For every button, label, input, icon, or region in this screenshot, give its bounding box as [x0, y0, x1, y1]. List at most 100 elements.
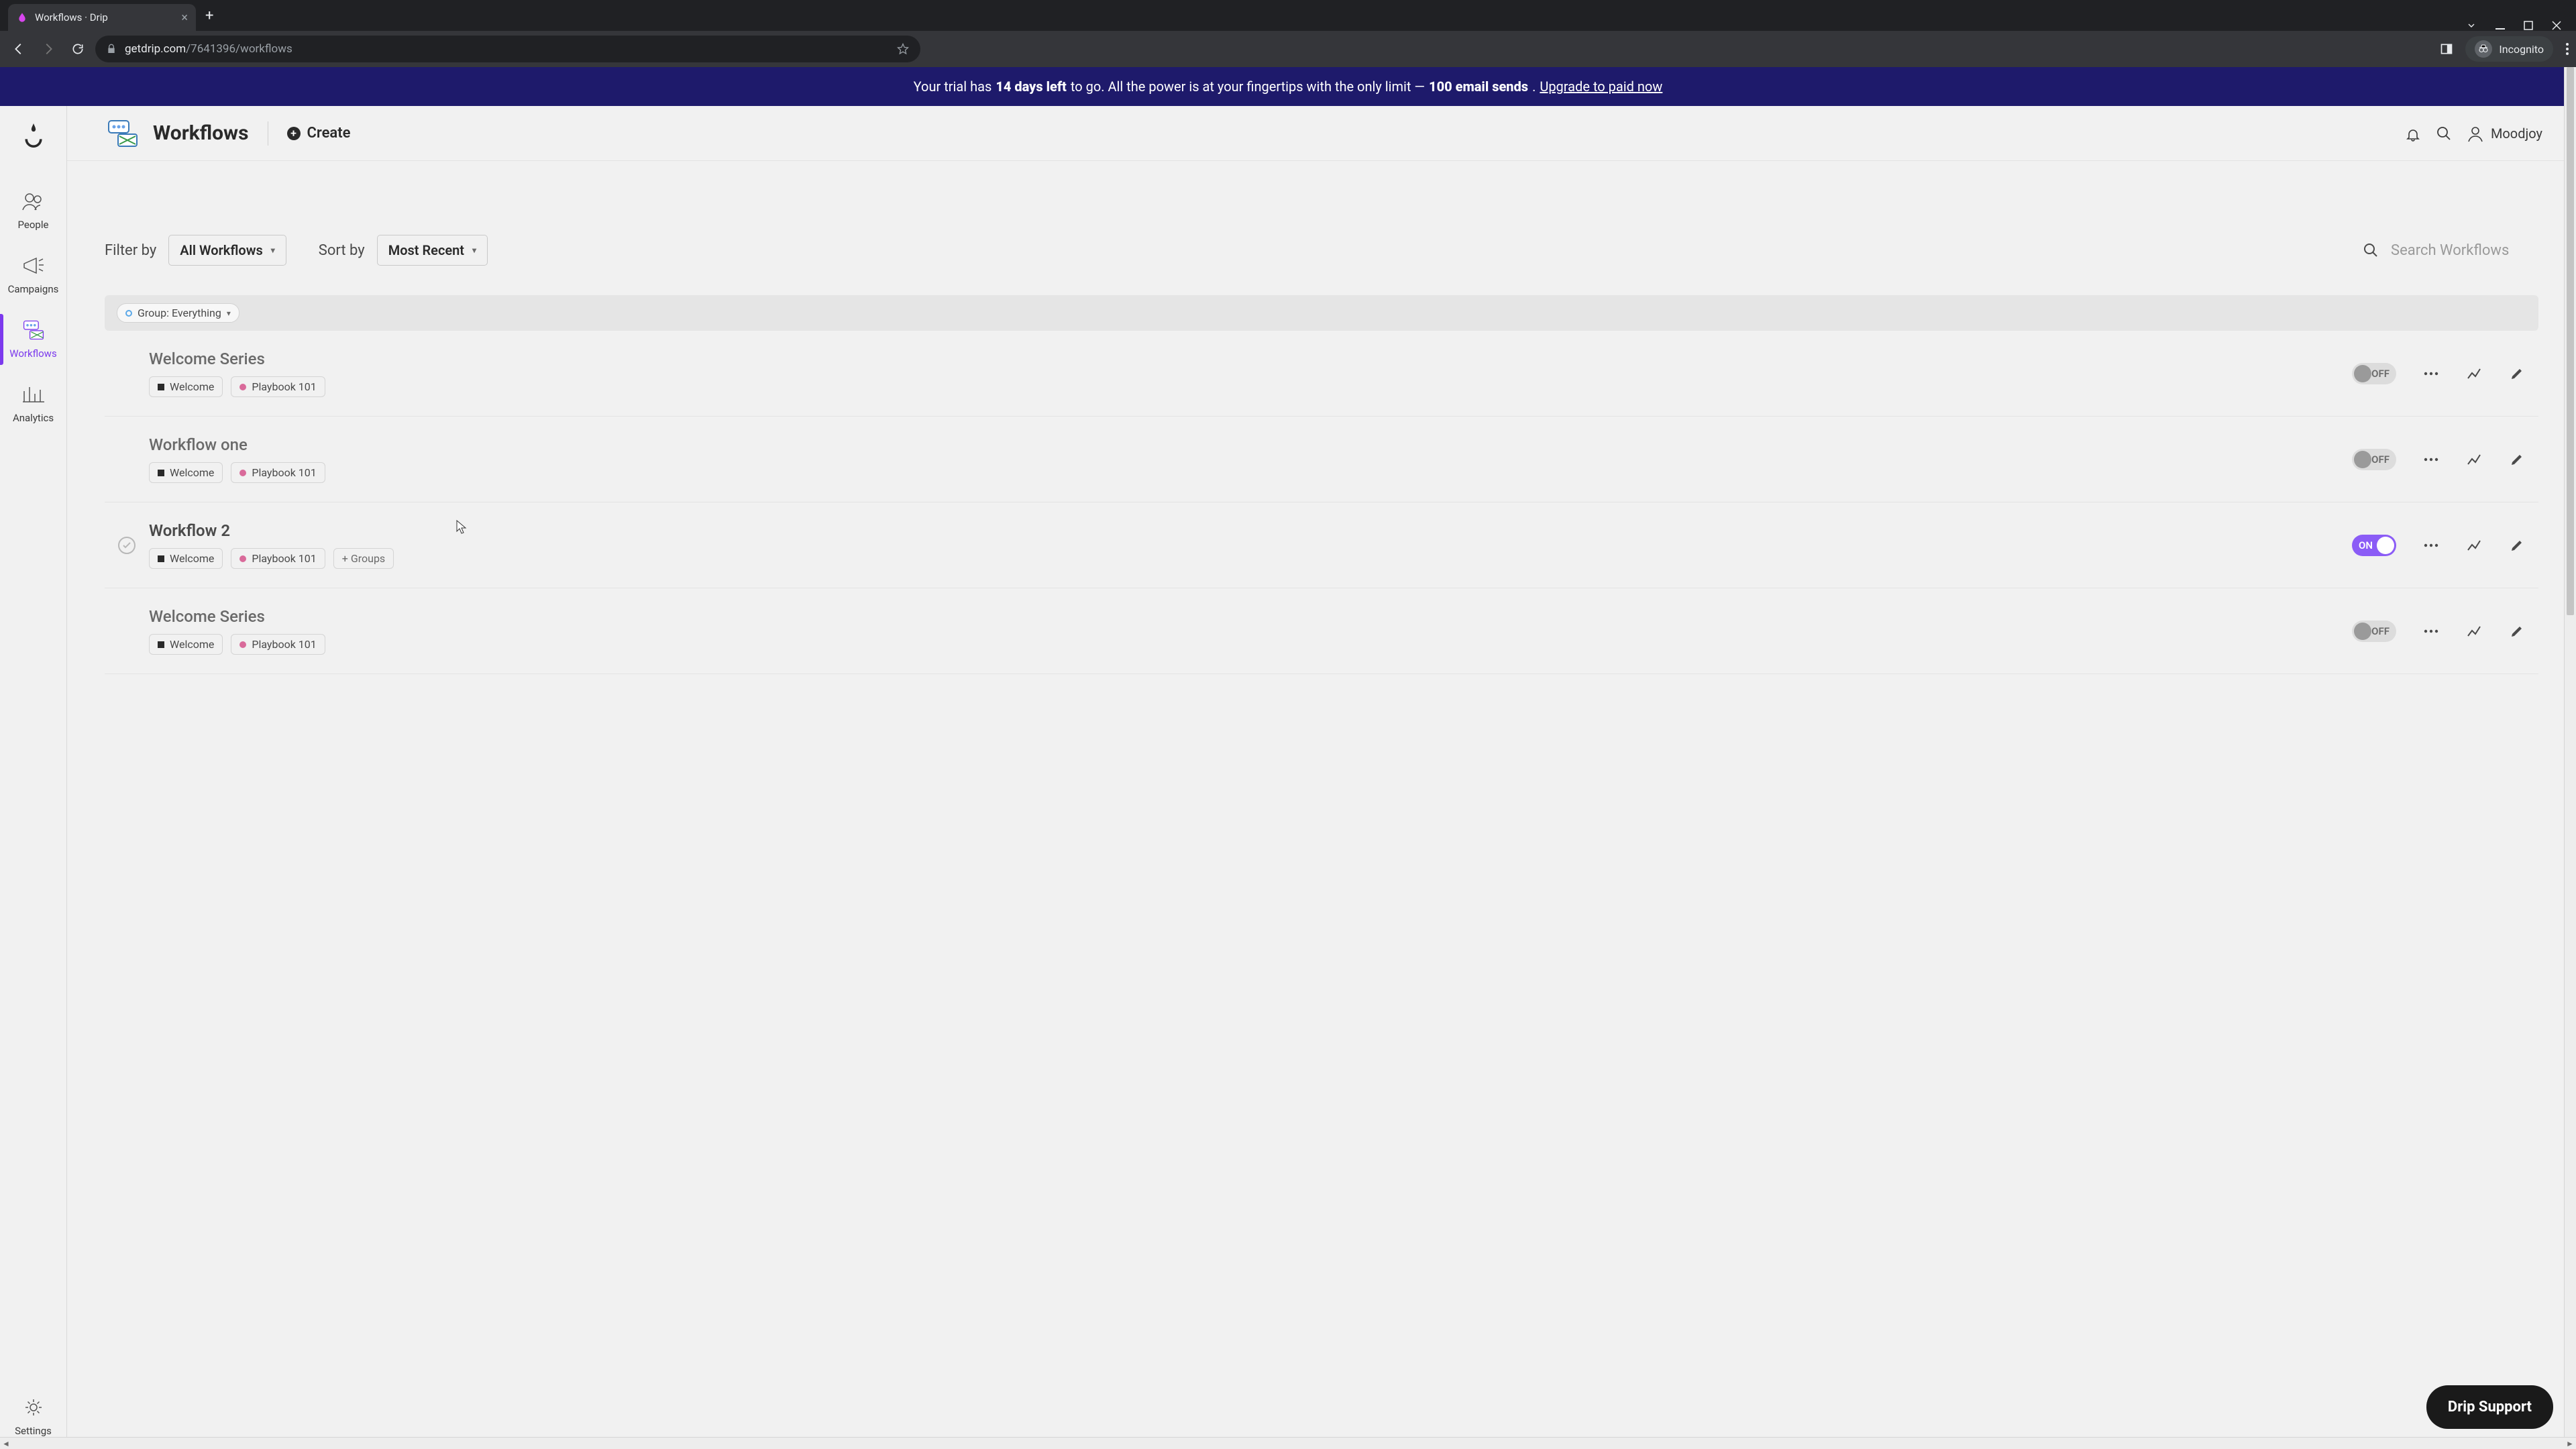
sidebar-item-label: People: [18, 219, 49, 231]
banner-text: Your trial has: [914, 78, 992, 95]
list-controls: Filter by All Workflows ▾ Sort by Most R…: [105, 235, 2538, 266]
edit-icon[interactable]: [2509, 625, 2525, 638]
workflow-name[interactable]: Workflow one: [149, 435, 2352, 454]
window-controls: [2466, 13, 2576, 31]
create-button[interactable]: + Create: [287, 125, 351, 142]
tag-label: Welcome: [170, 466, 214, 479]
scroll-left-icon[interactable]: ◄: [0, 1439, 12, 1448]
vertical-scrollbar[interactable]: [2564, 67, 2576, 1437]
more-menu-icon[interactable]: [2423, 372, 2439, 376]
sidebar-item-analytics[interactable]: Analytics: [0, 372, 66, 436]
edit-icon[interactable]: [2509, 453, 2525, 466]
workflow-row[interactable]: Workflow 2 Welcome Playbook 101 + Groups ON: [105, 502, 2538, 588]
drip-favicon-icon: [16, 11, 28, 23]
tab-search-icon[interactable]: [2466, 20, 2477, 31]
close-tab-icon[interactable]: ×: [181, 11, 188, 25]
user-name: Moodjoy: [2491, 125, 2542, 142]
forward-button[interactable]: [36, 37, 60, 61]
browser-chrome: Workflows · Drip × + getdrip.com/7641396…: [0, 0, 2576, 67]
scroll-right-icon[interactable]: ►: [2564, 1439, 2576, 1448]
tag-swatch-icon: [239, 470, 246, 476]
edit-icon[interactable]: [2509, 367, 2525, 380]
drip-logo-icon[interactable]: [20, 119, 47, 152]
workflow-name[interactable]: Welcome Series: [149, 350, 2352, 368]
workflow-row[interactable]: Workflow one Welcome Playbook 101 OFF: [105, 417, 2538, 502]
add-groups-tag[interactable]: + Groups: [333, 548, 394, 569]
sort-dropdown[interactable]: Most Recent ▾: [377, 235, 488, 266]
search-workflows[interactable]: [2363, 242, 2538, 259]
sidebar-item-campaigns[interactable]: Campaigns: [0, 243, 66, 307]
more-menu-icon[interactable]: [2423, 458, 2439, 462]
sidebar-item-people[interactable]: People: [0, 178, 66, 243]
minimize-icon[interactable]: [2496, 21, 2505, 30]
bell-icon[interactable]: [2405, 125, 2421, 142]
create-label: Create: [307, 125, 351, 142]
kebab-menu-icon[interactable]: [2565, 42, 2569, 56]
lock-icon: [106, 44, 117, 54]
workflow-row[interactable]: Welcome Series Welcome Playbook 101 OFF: [105, 588, 2538, 674]
workflow-tag[interactable]: Playbook 101: [231, 634, 325, 655]
browser-tab[interactable]: Workflows · Drip ×: [8, 4, 196, 31]
search-icon[interactable]: [2436, 125, 2452, 142]
analytics-icon[interactable]: [2466, 538, 2482, 553]
toggle-knob: [2354, 451, 2371, 468]
topbar: Workflows + Create Moodjoy: [67, 106, 2576, 161]
reload-button[interactable]: [66, 37, 90, 61]
new-tab-button[interactable]: +: [205, 7, 213, 24]
more-menu-icon[interactable]: [2423, 543, 2439, 547]
workflow-tag[interactable]: Welcome: [149, 634, 223, 655]
tag-swatch-icon: [239, 555, 246, 562]
chevron-down-icon: ▾: [227, 309, 231, 318]
maximize-icon[interactable]: [2524, 21, 2533, 30]
sort-value: Most Recent: [388, 242, 464, 258]
workflow-tag[interactable]: Welcome: [149, 548, 223, 569]
workflow-tag[interactable]: Welcome: [149, 376, 223, 397]
status-toggle[interactable]: OFF: [2352, 449, 2396, 470]
main: Workflows + Create Moodjoy Filte: [67, 106, 2576, 1449]
upgrade-link[interactable]: Upgrade to paid now: [1540, 78, 1662, 95]
toolbar-right: Incognito: [2440, 36, 2569, 62]
star-icon[interactable]: [896, 42, 910, 56]
back-button[interactable]: [7, 37, 31, 61]
analytics-icon[interactable]: [2466, 366, 2482, 381]
banner-limit: 100 email sends: [1429, 78, 1528, 95]
tag-swatch-icon: [158, 641, 164, 648]
toggle-label: ON: [2359, 539, 2373, 551]
horizontal-scrollbar[interactable]: ◄ ►: [0, 1437, 2576, 1449]
support-button[interactable]: Drip Support: [2426, 1385, 2553, 1429]
group-label: Group: Everything: [138, 307, 221, 319]
chevron-down-icon: ▾: [472, 246, 476, 255]
group-filter-chip[interactable]: Group: Everything ▾: [117, 303, 239, 323]
row-select-checkbox[interactable]: [118, 537, 136, 554]
filter-dropdown[interactable]: All Workflows ▾: [168, 235, 286, 266]
workflow-tag[interactable]: Playbook 101: [231, 376, 325, 397]
close-window-icon[interactable]: [2552, 21, 2561, 30]
side-panel-icon[interactable]: [2440, 42, 2453, 56]
workflow-tag[interactable]: Welcome: [149, 462, 223, 483]
workflow-name[interactable]: Welcome Series: [149, 607, 2352, 626]
edit-icon[interactable]: [2509, 539, 2525, 552]
more-menu-icon[interactable]: [2423, 629, 2439, 633]
status-toggle[interactable]: ON: [2352, 535, 2396, 556]
workflow-name[interactable]: Workflow 2: [149, 521, 2352, 540]
workflow-tag[interactable]: Playbook 101: [231, 548, 325, 569]
url-text: getdrip.com/7641396/workflows: [125, 42, 888, 56]
analytics-icon: [21, 384, 46, 405]
sidebar: People Campaigns Workflows Analytics Set…: [0, 106, 67, 1449]
user-menu[interactable]: Moodjoy: [2467, 125, 2542, 142]
address-bar[interactable]: getdrip.com/7641396/workflows: [95, 36, 920, 62]
workflow-row[interactable]: Welcome Series Welcome Playbook 101 OFF: [105, 331, 2538, 417]
status-toggle[interactable]: OFF: [2352, 363, 2396, 384]
status-toggle[interactable]: OFF: [2352, 621, 2396, 642]
workflow-list: Welcome SeriesWelcomePlaybook 101OFFWork…: [105, 331, 2538, 674]
search-input[interactable]: [2391, 242, 2538, 259]
tag-label: Playbook 101: [252, 638, 316, 651]
analytics-icon[interactable]: [2466, 624, 2482, 639]
incognito-chip[interactable]: Incognito: [2465, 36, 2553, 62]
filter-value: All Workflows: [180, 242, 262, 258]
analytics-icon[interactable]: [2466, 452, 2482, 467]
megaphone-icon: [21, 255, 46, 276]
workflow-tag[interactable]: Playbook 101: [231, 462, 325, 483]
sidebar-item-workflows[interactable]: Workflows: [0, 307, 66, 372]
toggle-knob: [2354, 365, 2371, 382]
